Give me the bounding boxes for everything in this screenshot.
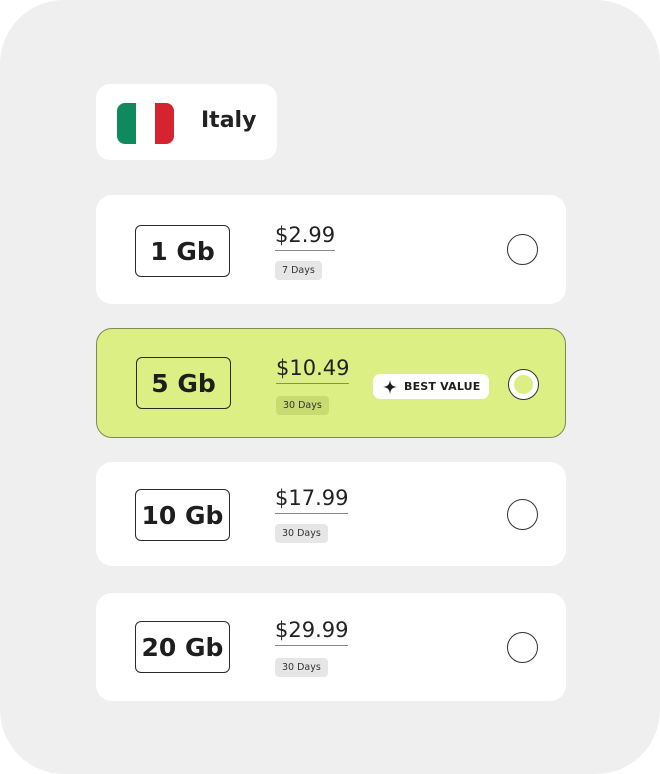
- plan-price: $2.99: [275, 223, 336, 251]
- plan-card-1gb[interactable]: 1 Gb $2.99 7 Days: [96, 195, 566, 304]
- sparkle-icon: [383, 379, 397, 394]
- plan-size: 20 Gb: [135, 621, 230, 673]
- plan-duration: 30 Days: [275, 524, 328, 543]
- plan-price: $17.99: [275, 486, 349, 514]
- plan-duration: 30 Days: [276, 396, 329, 415]
- plan-card-20gb[interactable]: 20 Gb $29.99 30 Days: [96, 593, 566, 701]
- best-value-badge: BEST VALUE: [373, 374, 489, 399]
- plan-size: 1 Gb: [135, 225, 230, 277]
- plan-radio-selected[interactable]: [508, 369, 539, 400]
- plan-card-5gb[interactable]: 5 Gb $10.49 30 Days BEST VALUE: [96, 328, 566, 438]
- plan-radio[interactable]: [507, 234, 538, 265]
- plan-radio[interactable]: [507, 632, 538, 663]
- country-selector[interactable]: Italy: [96, 84, 277, 160]
- plan-price: $10.49: [276, 356, 350, 384]
- plan-duration: 30 Days: [275, 658, 328, 677]
- plan-size: 10 Gb: [135, 489, 230, 541]
- plan-price: $29.99: [275, 618, 349, 646]
- best-value-label: BEST VALUE: [404, 380, 481, 393]
- country-name: Italy: [201, 108, 257, 133]
- italy-flag-icon: [117, 103, 174, 144]
- radio-selected-dot: [514, 375, 533, 394]
- plan-selector-panel: Italy 1 Gb $2.99 7 Days 5 Gb $10.49 30 D…: [0, 0, 660, 774]
- plan-radio[interactable]: [507, 499, 538, 530]
- plan-card-10gb[interactable]: 10 Gb $17.99 30 Days: [96, 462, 566, 566]
- plan-size: 5 Gb: [136, 357, 231, 409]
- plan-duration: 7 Days: [275, 261, 322, 280]
